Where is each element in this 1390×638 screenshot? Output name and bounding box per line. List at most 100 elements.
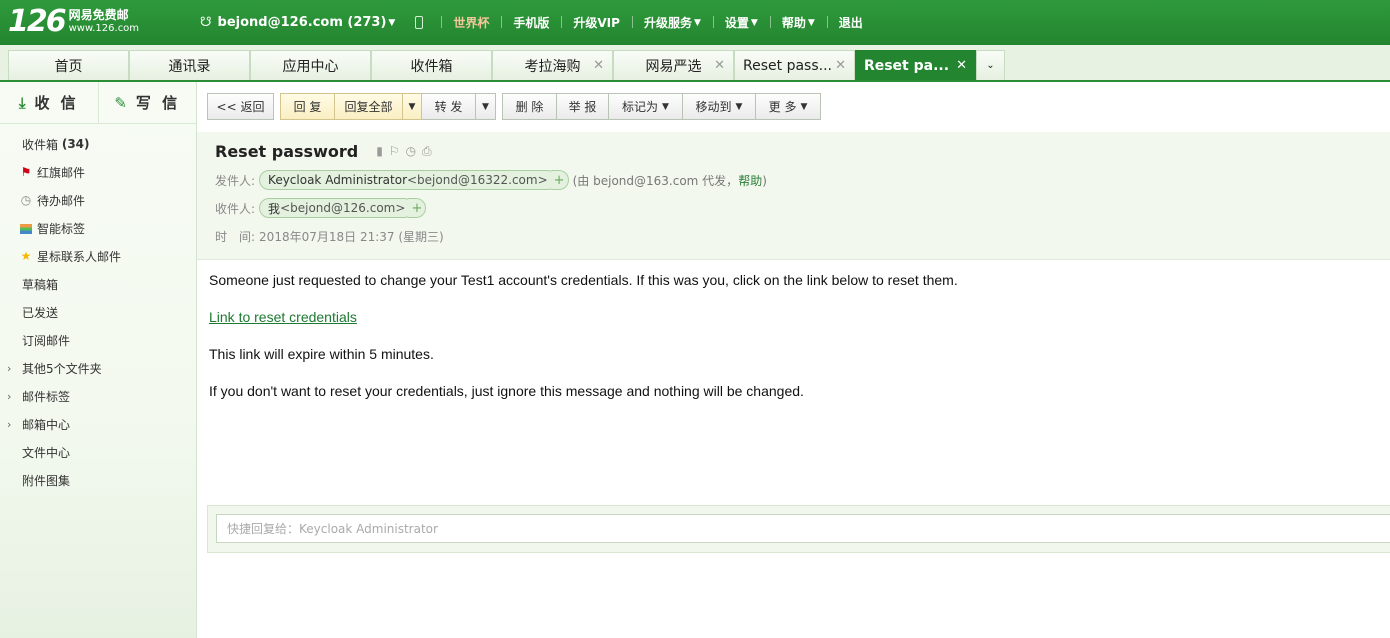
- mail-header: Reset password ▮⚐◷⎙ 发件人: Keycloak Admini…: [197, 132, 1390, 260]
- close-icon[interactable]: ✕: [956, 58, 967, 73]
- nav-settings-label: 设置: [724, 16, 749, 30]
- add-contact-icon[interactable]: +: [550, 170, 569, 190]
- folder-flagged[interactable]: ⚑ 红旗邮件: [0, 158, 196, 186]
- tab-contacts[interactable]: 通讯录: [129, 50, 250, 80]
- back-button[interactable]: << 返回: [207, 93, 274, 120]
- compose-button[interactable]: ✎ 写 信: [97, 82, 197, 123]
- folder-label: 文件中心: [22, 445, 71, 460]
- nav-upgrade-service[interactable]: 升级服务 ▼: [631, 14, 713, 31]
- close-icon[interactable]: ✕: [835, 58, 846, 73]
- tab-kaola[interactable]: 考拉海购 ✕: [492, 50, 613, 80]
- close-icon[interactable]: ✕: [714, 58, 725, 73]
- nav-worldcup[interactable]: 世界杯: [441, 14, 501, 31]
- tab-label: 网易严选: [645, 58, 702, 75]
- tab-label: 通讯录: [168, 58, 211, 75]
- more-button[interactable]: 更 多 ▼: [756, 93, 821, 120]
- sender-chip[interactable]: Keycloak Administrator <bejond@16322.com>: [259, 170, 557, 190]
- folder-inbox[interactable]: 收件箱 (34): [0, 130, 196, 158]
- chevron-down-icon: ▼: [807, 17, 815, 28]
- move-to-label: 移动到: [695, 100, 732, 114]
- tab-label: 首页: [54, 58, 83, 75]
- subject-text: Reset password: [215, 142, 359, 161]
- receive-mail-button[interactable]: ⤓ 收 信: [0, 82, 98, 123]
- to-row: 收件人: 我 <bejond@126.com> +: [215, 198, 427, 218]
- folder-label: 红旗邮件: [37, 165, 86, 180]
- folder-label: 邮箱中心: [22, 417, 71, 432]
- clock-icon: ◷: [20, 193, 32, 207]
- mark-as-button[interactable]: 标记为 ▼: [609, 93, 683, 120]
- logo[interactable]: 126 网易免费邮 www.126.com: [8, 6, 139, 38]
- mobile-link[interactable]: [407, 16, 441, 29]
- print-icon[interactable]: ⎙: [422, 144, 438, 158]
- folder-smart-tags[interactable]: 智能标签: [0, 214, 196, 242]
- folder-sent[interactable]: 已发送: [0, 298, 196, 326]
- folder-file-center[interactable]: 文件中心: [0, 438, 196, 466]
- mail-toolbar: << 返回 回 复 回复全部 ▼ 转 发 ▼ 删 除 举 报 标记为 ▼ 移动到 ▼…: [207, 93, 821, 121]
- tab-label: Reset pa...: [863, 57, 950, 74]
- folder-starred-contacts[interactable]: ★ 星标联系人邮件: [0, 242, 196, 270]
- nav-logout[interactable]: 退出: [826, 14, 875, 31]
- nav-settings[interactable]: 设置 ▼: [712, 14, 770, 31]
- bookmark-icon[interactable]: ▮: [376, 144, 389, 158]
- forward-button[interactable]: 转 发: [422, 93, 476, 120]
- via-text: (由 bejond@163.com 代发，: [572, 173, 739, 188]
- forward-dropdown-button[interactable]: ▼: [476, 93, 496, 120]
- tab-app-center[interactable]: 应用中心: [250, 50, 371, 80]
- folder-drafts[interactable]: 草稿箱: [0, 270, 196, 298]
- chevron-right-icon[interactable]: ›: [7, 390, 11, 403]
- move-to-button[interactable]: 移动到 ▼: [683, 93, 756, 120]
- compose-label: 写 信: [135, 94, 181, 112]
- sender-name: Keycloak Administrator: [268, 173, 407, 187]
- tab-more-dropdown[interactable]: ⌄: [976, 50, 1005, 80]
- main-panel: << 返回 回 复 回复全部 ▼ 转 发 ▼ 删 除 举 报 标记为 ▼ 移动到 ▼…: [197, 82, 1390, 638]
- receive-label: 收 信: [34, 94, 79, 112]
- account-menu[interactable]: ☋ bejond@126.com (273) ▼: [200, 15, 407, 30]
- reset-credentials-link[interactable]: Link to reset credentials: [209, 309, 357, 325]
- delete-button[interactable]: 删 除: [502, 93, 557, 120]
- folder-subscriptions[interactable]: 订阅邮件: [0, 326, 196, 354]
- time-label: 时 间:: [215, 230, 256, 244]
- flag-icon: ⚑: [20, 165, 32, 179]
- report-button[interactable]: 举 报: [557, 93, 609, 120]
- nav-help[interactable]: 帮助 ▼: [769, 14, 827, 31]
- recipient-address: <bejond@126.com>: [280, 201, 406, 215]
- flag-icon[interactable]: ⚐: [389, 144, 406, 158]
- help-link[interactable]: 帮助: [738, 174, 762, 188]
- tab-label: 考拉海购: [524, 58, 581, 75]
- chevron-right-icon[interactable]: ›: [7, 418, 11, 431]
- folder-other[interactable]: › 其他5个文件夹: [0, 354, 196, 382]
- chevron-down-icon: ▼: [482, 101, 489, 112]
- tab-reset-password-2[interactable]: Reset pa... ✕: [855, 50, 976, 80]
- chevron-down-icon: ▼: [750, 17, 758, 28]
- body-paragraph: If you don't want to reset your credenti…: [209, 383, 804, 399]
- tags-icon: [19, 221, 33, 235]
- nav-upgrade-service-label: 升级服务: [643, 16, 692, 30]
- chevron-down-icon: ⌄: [986, 60, 995, 71]
- body-paragraph: Someone just requested to change your Te…: [209, 272, 958, 288]
- folder-list: 收件箱 (34) ⚑ 红旗邮件 ◷ 待办邮件 智能标签 ★ 星标联系人邮件 草稿箱 已…: [0, 130, 196, 494]
- chevron-right-icon[interactable]: ›: [7, 362, 11, 375]
- nav-upgrade-vip[interactable]: 升级VIP: [561, 14, 632, 31]
- folder-mailbox-center[interactable]: › 邮箱中心: [0, 410, 196, 438]
- recipient-chip[interactable]: 我 <bejond@126.com>: [259, 198, 415, 218]
- close-icon[interactable]: ✕: [593, 58, 604, 73]
- reply-dropdown-button[interactable]: ▼: [403, 93, 422, 120]
- from-label: 发件人:: [215, 173, 256, 188]
- reply-button[interactable]: 回 复: [280, 93, 335, 120]
- quick-reply-input[interactable]: [216, 514, 1390, 543]
- tab-inbox[interactable]: 收件箱: [371, 50, 492, 80]
- sidebar: ⤓ 收 信 ✎ 写 信 收件箱 (34) ⚑ 红旗邮件 ◷ 待办邮件 智能标签 ★ 星标联…: [0, 82, 197, 638]
- add-contact-icon[interactable]: +: [408, 198, 427, 218]
- tab-home[interactable]: 首页: [8, 50, 129, 80]
- folder-label: 其他5个文件夹: [22, 361, 102, 376]
- reply-all-button[interactable]: 回复全部: [335, 93, 403, 120]
- clock-icon[interactable]: ◷: [406, 144, 422, 158]
- nav-mobile[interactable]: 手机版: [501, 14, 561, 31]
- folder-todo[interactable]: ◷ 待办邮件: [0, 186, 196, 214]
- folder-mail-tags[interactable]: › 邮件标签: [0, 382, 196, 410]
- tab-yanxuan[interactable]: 网易严选 ✕: [613, 50, 734, 80]
- folder-attachments[interactable]: 附件图集: [0, 466, 196, 494]
- tab-reset-password-1[interactable]: Reset pass... ✕: [734, 50, 855, 80]
- star-icon: ★: [20, 249, 32, 263]
- download-icon: ⤓: [18, 93, 29, 112]
